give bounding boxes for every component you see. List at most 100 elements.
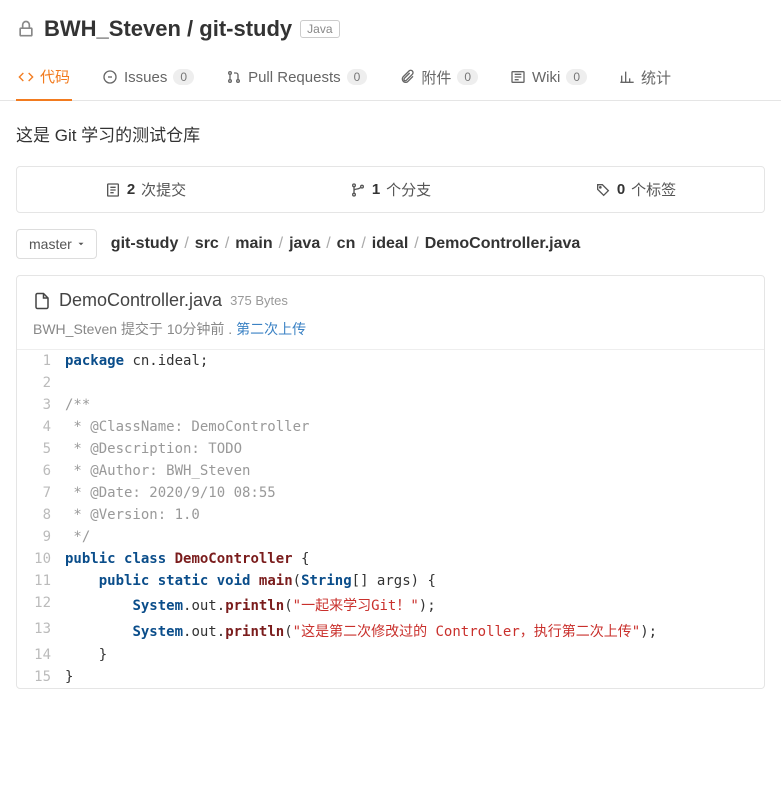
stat-commits-count: 2 bbox=[127, 181, 135, 198]
code-line: 13 System.out.println("这是第二次修改过的 Control… bbox=[17, 618, 764, 644]
line-text: System.out.println("这是第二次修改过的 Controller… bbox=[65, 618, 764, 644]
tab-pulls-label: Pull Requests bbox=[248, 69, 341, 86]
breadcrumb-seg[interactable]: java bbox=[289, 235, 320, 253]
lock-icon bbox=[16, 19, 36, 39]
tab-code-label: 代码 bbox=[40, 66, 70, 87]
branch-icon bbox=[350, 182, 366, 198]
file-committed-at: 提交于 10分钟前 . bbox=[121, 321, 232, 337]
tab-attachments[interactable]: 附件 0 bbox=[397, 56, 480, 100]
line-number: 2 bbox=[17, 372, 65, 394]
line-number: 8 bbox=[17, 504, 65, 526]
line-text: */ bbox=[65, 526, 764, 548]
line-number: 14 bbox=[17, 644, 65, 666]
line-text: } bbox=[65, 644, 764, 666]
pull-request-icon bbox=[226, 69, 242, 85]
line-number: 3 bbox=[17, 394, 65, 416]
tab-issues[interactable]: Issues 0 bbox=[100, 56, 196, 100]
stat-branches-label: 个分支 bbox=[386, 179, 431, 200]
code-line: 9 */ bbox=[17, 526, 764, 548]
tab-attach-label: 附件 bbox=[421, 67, 451, 88]
stat-branches-count: 1 bbox=[372, 181, 380, 198]
tab-code[interactable]: 代码 bbox=[16, 56, 72, 101]
wiki-icon bbox=[510, 69, 526, 85]
stat-tags-count: 0 bbox=[617, 181, 625, 198]
breadcrumb-seg[interactable]: main bbox=[235, 235, 272, 253]
line-number: 15 bbox=[17, 666, 65, 688]
tab-stats[interactable]: 统计 bbox=[617, 56, 673, 100]
line-text: System.out.println("一起来学习Git！"); bbox=[65, 592, 764, 618]
file-panel: DemoController.java 375 Bytes BWH_Steven… bbox=[16, 275, 765, 689]
breadcrumb-separator: / bbox=[225, 235, 229, 253]
line-text: package cn.ideal; bbox=[65, 350, 764, 372]
line-text: * @Version: 1.0 bbox=[65, 504, 764, 526]
tab-wiki[interactable]: Wiki 0 bbox=[508, 56, 589, 100]
breadcrumb-seg[interactable]: cn bbox=[337, 235, 356, 253]
stat-tags-label: 个标签 bbox=[631, 179, 676, 200]
chevron-down-icon bbox=[76, 239, 86, 249]
issues-icon bbox=[102, 69, 118, 85]
stat-commits-label: 次提交 bbox=[141, 179, 186, 200]
line-number: 9 bbox=[17, 526, 65, 548]
file-size: 375 Bytes bbox=[230, 293, 288, 308]
repo-title-row: BWH_Steven / git-study Java bbox=[16, 16, 765, 42]
line-number: 4 bbox=[17, 416, 65, 438]
attachment-icon bbox=[399, 69, 415, 85]
code-line: 6 * @Author: BWH_Steven bbox=[17, 460, 764, 482]
stats-icon bbox=[619, 69, 635, 85]
line-number: 1 bbox=[17, 350, 65, 372]
line-text: public class DemoController { bbox=[65, 548, 764, 570]
repo-name-link[interactable]: git-study bbox=[199, 16, 292, 41]
branch-selector[interactable]: master bbox=[16, 229, 97, 259]
breadcrumb-separator: / bbox=[279, 235, 283, 253]
stat-branches[interactable]: 1 个分支 bbox=[350, 179, 431, 200]
language-badge: Java bbox=[300, 20, 339, 38]
file-commit-meta: BWH_Steven 提交于 10分钟前 . 第二次上传 bbox=[33, 319, 748, 339]
code-line: 1package cn.ideal; bbox=[17, 350, 764, 372]
breadcrumb-seg[interactable]: ideal bbox=[372, 235, 408, 253]
code-line: 12 System.out.println("一起来学习Git！"); bbox=[17, 592, 764, 618]
code-line: 3/** bbox=[17, 394, 764, 416]
line-text: * @Author: BWH_Steven bbox=[65, 460, 764, 482]
line-text: * @Date: 2020/9/10 08:55 bbox=[65, 482, 764, 504]
tab-issues-count: 0 bbox=[173, 69, 194, 85]
file-header: DemoController.java 375 Bytes BWH_Steven… bbox=[17, 276, 764, 350]
code-line: 15} bbox=[17, 666, 764, 688]
line-number: 5 bbox=[17, 438, 65, 460]
file-commit-message-link[interactable]: 第二次上传 bbox=[236, 321, 306, 337]
line-number: 13 bbox=[17, 618, 65, 644]
stats-bar: 2 次提交 1 个分支 0 个标签 bbox=[16, 166, 765, 213]
line-text bbox=[65, 372, 764, 394]
line-number: 12 bbox=[17, 592, 65, 618]
line-text: * @ClassName: DemoController bbox=[65, 416, 764, 438]
repo-owner-link[interactable]: BWH_Steven bbox=[44, 16, 181, 41]
line-number: 6 bbox=[17, 460, 65, 482]
code-line: 5 * @Description: TODO bbox=[17, 438, 764, 460]
file-name: DemoController.java bbox=[59, 290, 222, 311]
repo-tabs: 代码 Issues 0 Pull Requests 0 附件 0 Wiki 0 … bbox=[0, 56, 781, 101]
breadcrumb-seg[interactable]: git-study bbox=[111, 235, 179, 253]
branch-selector-label: master bbox=[29, 236, 72, 252]
stat-commits[interactable]: 2 次提交 bbox=[105, 179, 186, 200]
code-icon bbox=[18, 69, 34, 85]
line-number: 11 bbox=[17, 570, 65, 592]
line-text: /** bbox=[65, 394, 764, 416]
code-line: 14 } bbox=[17, 644, 764, 666]
file-icon bbox=[33, 292, 51, 310]
code-line: 8 * @Version: 1.0 bbox=[17, 504, 764, 526]
tab-pulls[interactable]: Pull Requests 0 bbox=[224, 56, 369, 100]
code-line: 7 * @Date: 2020/9/10 08:55 bbox=[17, 482, 764, 504]
breadcrumb-separator: / bbox=[414, 235, 418, 253]
line-text: public static void main(String[] args) { bbox=[65, 570, 764, 592]
stat-tags[interactable]: 0 个标签 bbox=[595, 179, 676, 200]
breadcrumb-separator: / bbox=[361, 235, 365, 253]
code-line: 11 public static void main(String[] args… bbox=[17, 570, 764, 592]
breadcrumb-seg[interactable]: src bbox=[195, 235, 219, 253]
breadcrumb-separator: / bbox=[184, 235, 188, 253]
file-author: BWH_Steven bbox=[33, 321, 117, 337]
code-line: 2 bbox=[17, 372, 764, 394]
breadcrumb-seg: DemoController.java bbox=[425, 235, 581, 253]
tab-wiki-count: 0 bbox=[566, 69, 587, 85]
code-line: 4 * @ClassName: DemoController bbox=[17, 416, 764, 438]
breadcrumb-separator: / bbox=[326, 235, 330, 253]
tab-attach-count: 0 bbox=[457, 69, 478, 85]
